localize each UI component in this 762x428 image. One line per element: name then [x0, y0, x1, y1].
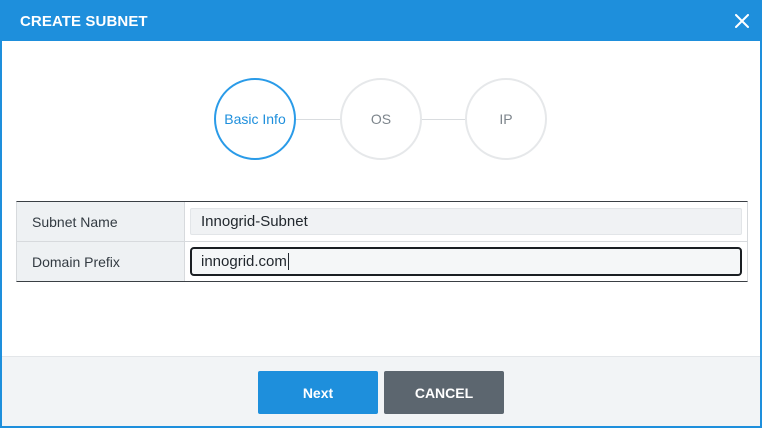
domain-prefix-cell: innogrid.com [185, 242, 747, 281]
step-label: OS [370, 111, 392, 127]
step-connector [296, 119, 340, 120]
form-row-subnet-name: Subnet Name Innogrid-Subnet [17, 202, 747, 241]
step-basic-info[interactable]: Basic Info [214, 78, 296, 160]
subnet-name-input[interactable]: Innogrid-Subnet [190, 208, 742, 235]
form-row-domain-prefix: Domain Prefix innogrid.com [17, 241, 747, 281]
wizard-stepper: Basic Info OS IP [2, 2, 760, 202]
domain-prefix-value: innogrid.com [201, 253, 287, 270]
domain-prefix-label: Domain Prefix [17, 242, 185, 281]
step-label: Basic Info [224, 111, 286, 127]
step-connector [422, 119, 466, 120]
dialog-footer: Next CANCEL [2, 356, 760, 426]
create-subnet-dialog: CREATE SUBNET Basic Info OS IP Subnet Na… [0, 0, 762, 428]
subnet-form-table: Subnet Name Innogrid-Subnet Domain Prefi… [16, 201, 748, 282]
domain-prefix-input[interactable]: innogrid.com [190, 247, 742, 276]
subnet-name-cell: Innogrid-Subnet [185, 202, 747, 241]
step-ip[interactable]: IP [465, 78, 547, 160]
subnet-name-value: Innogrid-Subnet [201, 213, 308, 230]
next-button[interactable]: Next [258, 371, 378, 414]
step-os[interactable]: OS [340, 78, 422, 160]
cancel-button[interactable]: CANCEL [384, 371, 504, 414]
text-caret [287, 253, 289, 270]
step-label: IP [499, 111, 513, 127]
subnet-name-label: Subnet Name [17, 202, 185, 241]
